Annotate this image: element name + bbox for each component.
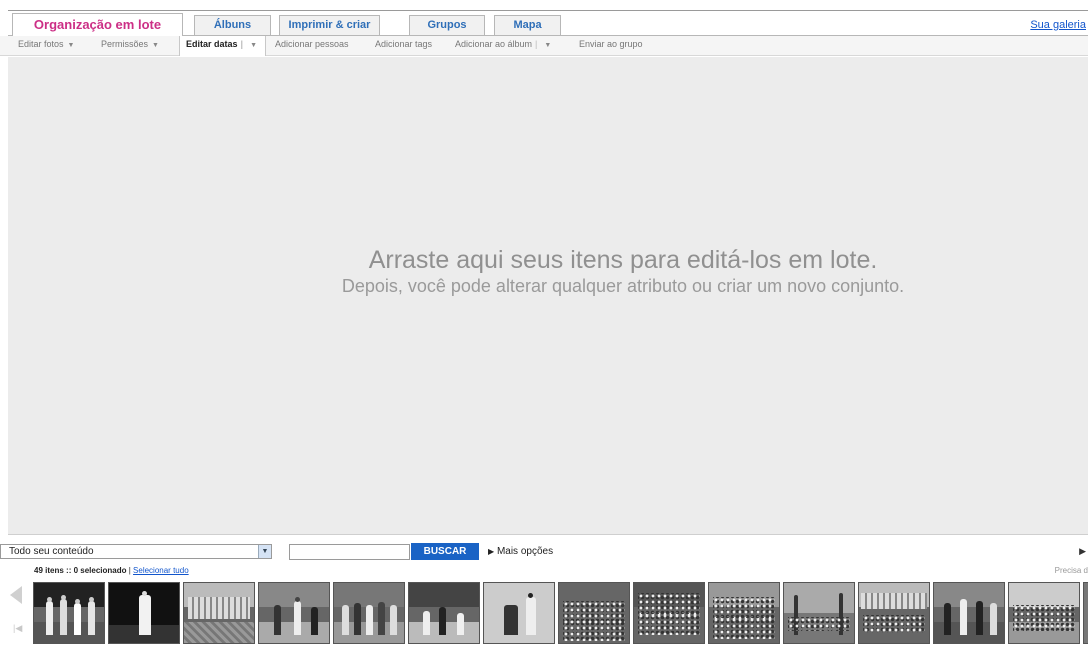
chevron-down-icon: ▼ [152, 42, 159, 49]
enviar-grupo-button[interactable]: Enviar ao grupo [579, 39, 643, 49]
tab-albuns[interactable]: Álbuns [194, 15, 271, 35]
photo-thumbnail[interactable] [933, 582, 1005, 644]
info-separator: | [128, 566, 131, 575]
content-filter-select[interactable]: Todo seu conteúdo ▼ [0, 544, 272, 559]
editar-fotos-menu[interactable]: Editar fotos ▼ [18, 39, 74, 49]
photo-thumbnail[interactable] [408, 582, 480, 644]
dropdown-arrow-icon[interactable]: ▼ [258, 545, 271, 558]
tab-mapa[interactable]: Mapa [494, 15, 561, 35]
selection-info: 49 itens :: 0 selecionado | Selecionar t… [34, 566, 189, 575]
mais-opcoes-label: Mais opções [496, 546, 554, 557]
photo-thumbnail[interactable] [558, 582, 630, 644]
chevron-down-icon: ▼ [67, 42, 75, 49]
triangle-right-icon: ▶ [488, 547, 495, 556]
adicionar-album-menu[interactable]: Adicionar ao álbum | ▼ [455, 39, 551, 49]
photo-thumbnail[interactable] [858, 582, 930, 644]
photo-thumbnail[interactable] [483, 582, 555, 644]
adicionar-tags-button[interactable]: Adicionar tags [375, 39, 432, 49]
scroll-left-icon[interactable] [10, 586, 22, 604]
help-link[interactable]: Precisa d [1055, 566, 1088, 575]
expand-right-icon[interactable]: ▶ [1079, 546, 1086, 557]
content-filter-value: Todo seu conteúdo [9, 546, 94, 557]
photo-thumbnail[interactable] [1083, 582, 1088, 644]
separator: | [535, 39, 538, 49]
sua-galeria-link[interactable]: Sua galeria [1030, 19, 1086, 31]
tab-imprimir-criar[interactable]: Imprimir & criar [279, 15, 380, 35]
selecionar-tudo-link[interactable]: Selecionar tudo [133, 566, 189, 575]
mais-opcoes-toggle[interactable]: ▶ Mais opções [488, 546, 553, 557]
adicionar-album-label: Adicionar ao álbum [455, 39, 533, 49]
photo-thumbnail[interactable] [1008, 582, 1080, 644]
first-page-icon[interactable]: |◀ [13, 623, 22, 634]
photo-thumbnail[interactable] [633, 582, 705, 644]
editar-datas-menu[interactable]: Editar datas | ▼ [186, 39, 257, 49]
batch-drop-zone[interactable]: Arraste aqui seus itens para editá-los e… [8, 57, 1088, 535]
photo-thumbnail[interactable] [708, 582, 780, 644]
chevron-down-icon: ▼ [544, 42, 552, 49]
selected-count: :: 0 selecionado [66, 566, 127, 575]
content-browser: Todo seu conteúdo ▼ BUSCAR ▶ Mais opções… [0, 536, 1088, 646]
drop-zone-subtitle: Depois, você pode alterar qualquer atrib… [341, 276, 905, 296]
permissoes-menu[interactable]: Permissões ▼ [101, 39, 159, 49]
photo-thumbnail[interactable] [258, 582, 330, 644]
permissoes-label: Permissões [101, 39, 149, 49]
photo-thumbnail[interactable] [33, 582, 105, 644]
items-count: 49 itens [34, 566, 64, 575]
tab-organizacao-em-lote[interactable]: Organização em lote [12, 13, 183, 36]
editar-fotos-label: Editar fotos [18, 39, 64, 49]
editar-datas-label: Editar datas [186, 39, 238, 49]
tab-grupos[interactable]: Grupos [409, 15, 485, 35]
photo-thumbnail[interactable] [333, 582, 405, 644]
separator: | [240, 39, 244, 49]
tab-bar: Organização em lote Álbuns Imprimir & cr… [0, 0, 1088, 36]
tab-line [8, 10, 1088, 11]
photo-thumbnail[interactable] [108, 582, 180, 644]
buscar-button[interactable]: BUSCAR [411, 543, 479, 560]
photo-thumbnail[interactable] [183, 582, 255, 644]
edit-toolbar: Editar fotos ▼ Permissões ▼ Editar datas | ▼… [0, 36, 1088, 56]
adicionar-pessoas-button[interactable]: Adicionar pessoas [275, 39, 349, 49]
photo-thumbnail[interactable] [783, 582, 855, 644]
chevron-down-icon: ▼ [250, 42, 257, 49]
drop-zone-title: Arraste aqui seus itens para editá-los e… [368, 246, 878, 274]
search-input[interactable] [289, 544, 410, 560]
